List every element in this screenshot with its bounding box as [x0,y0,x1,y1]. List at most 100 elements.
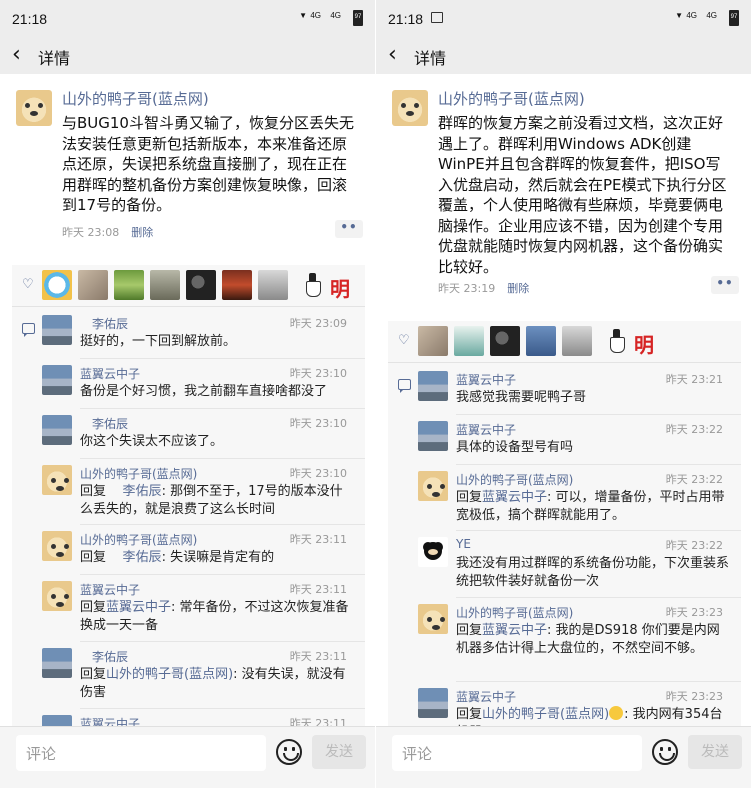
liker-avatar[interactable] [258,270,288,300]
reply-target[interactable]: 蓝翼云中子 [106,600,171,615]
delete-link[interactable]: 删除 [131,226,153,239]
like-heart-icon: ♡ [398,333,410,348]
liker-avatar[interactable] [418,326,448,356]
liker-avatar[interactable] [114,270,144,300]
status-bar: 21:18 ▼ 4G 4G 97 [0,0,375,36]
reply-target[interactable]: 蓝翼云中子 [482,490,547,505]
commenter-avatar[interactable] [42,365,72,395]
commenter-name[interactable]: 李佑辰 [92,315,128,332]
comment-item[interactable]: 蓝翼云中子 昨天 23:11 [12,715,365,726]
commenter-name[interactable]: 蓝翼云中子 [456,421,516,438]
comment-item[interactable]: 李佑辰 昨天 23:11 回复山外的鸭子哥(蓝点网): 没有失误，就没有伤害 [12,648,365,714]
reply-body: : 失误嘛是肯定有的 [161,550,275,565]
reply-target[interactable]: 山外的鸭子哥(蓝点网) [106,667,233,682]
comment-time: 昨天 23:10 [289,417,347,430]
commenter-avatar[interactable] [42,465,72,495]
liker-avatar[interactable] [562,326,592,356]
comment-divider [80,641,365,642]
comment-time: 昨天 23:11 [289,583,347,596]
liker-avatar[interactable] [78,270,108,300]
liker-avatar[interactable] [490,326,520,356]
commenter-avatar[interactable] [418,421,448,451]
commenter-name[interactable]: 山外的鸭子哥(蓝点网) [456,471,573,488]
battery-level: 97 [730,14,738,20]
back-arrow-icon[interactable]: ‹ [388,42,397,67]
reply-target[interactable]: 蓝翼云中子 [482,623,547,638]
comment-input[interactable]: 评论 [16,735,266,771]
author-avatar[interactable] [16,90,52,126]
comment-item[interactable]: 山外的鸭子哥(蓝点网) 昨天 23:22 回复蓝翼云中子: 可以，增量备份，平时… [388,471,741,537]
commenter-avatar[interactable] [42,648,72,678]
commenter-name[interactable]: 蓝翼云中子 [80,715,140,726]
commenter-name[interactable]: 蓝翼云中子 [456,371,516,388]
commenter-avatar[interactable] [418,537,448,567]
author-name[interactable]: 山外的鸭子哥(蓝点网) [438,88,585,109]
delete-link[interactable]: 删除 [507,282,529,295]
comment-item[interactable]: 山外的鸭子哥(蓝点网) 昨天 23:23 回复蓝翼云中子: 我的是DS918 你… [388,604,741,688]
comment-text: 备份是个好习惯，我之前翻车直接啥都没了 [80,384,328,399]
commenter-avatar[interactable] [42,415,72,445]
status-time: 21:18 [12,11,48,27]
reply-prefix: 回复 [80,667,107,682]
author-avatar[interactable] [392,90,428,126]
liker-avatar[interactable] [186,270,216,300]
liker-avatar-ming[interactable]: 明 [330,273,350,302]
comment-time: 昨天 23:09 [289,317,347,330]
post-time: 昨天 23:19 [438,282,496,295]
comment-item[interactable]: 蓝翼云中子 昨天 23:23 回复山外的鸭子哥(蓝点网): 我内网有354台机器 [388,688,741,726]
emoji-icon[interactable] [276,739,302,765]
moment-post: 山外的鸭子哥(蓝点网) 与BUG10斗智斗勇又输了，恢复分区丢失无法安装任意更新… [0,74,375,726]
commenter-avatar[interactable] [418,604,448,634]
commenter-avatar[interactable] [42,531,72,561]
commenter-avatar[interactable] [42,715,72,726]
bottle-avatar-icon[interactable] [306,273,321,297]
commenter-name[interactable]: 山外的鸭子哥(蓝点网) [456,604,573,621]
comment-time: 昨天 23:10 [289,367,347,380]
signal-label-1: 4G [686,11,697,20]
commenter-name[interactable]: 蓝翼云中子 [456,688,516,705]
commenter-name[interactable]: 蓝翼云中子 [80,365,140,382]
signal-label-2: 4G [330,11,341,20]
author-name[interactable]: 山外的鸭子哥(蓝点网) [62,88,209,109]
reply-prefix: 回复 [80,550,107,565]
send-button[interactable]: 发送 [312,735,366,769]
reply-target[interactable]: 李佑辰 [123,484,162,499]
commenter-name[interactable]: YE [456,537,471,551]
bottle-avatar-icon[interactable] [610,329,625,353]
more-options-button[interactable]: •• [335,220,363,238]
liker-avatar[interactable] [526,326,556,356]
comment-item[interactable]: 蓝翼云中子 昨天 23:11 回复蓝翼云中子: 常年备份，不过这次恢复准备换成一… [12,581,365,647]
commenter-name[interactable]: 山外的鸭子哥(蓝点网) [80,465,197,482]
back-arrow-icon[interactable]: ‹ [12,42,21,67]
liker-avatar[interactable] [454,326,484,356]
wifi-icon: ▼ [299,11,307,20]
commenter-name[interactable]: 蓝翼云中子 [80,581,140,598]
commenter-avatar[interactable] [42,315,72,345]
commenter-avatar[interactable] [42,581,72,611]
reply-target[interactable]: 李佑辰 [123,550,162,565]
comment-item[interactable]: YE 昨天 23:22 我还没有用过群晖的系统备份功能，下次重装系统把软件装好就… [388,537,741,603]
post-meta: 昨天 23:08 删除 [62,224,153,240]
send-button[interactable]: 发送 [688,735,742,769]
more-options-button[interactable]: •• [711,276,739,294]
comment-text: 具体的设备型号有吗 [456,440,574,455]
signal-label-2: 4G [706,11,717,20]
emoji-icon[interactable] [652,739,678,765]
commenter-avatar[interactable] [418,371,448,401]
liker-avatar-ming[interactable]: 明 [634,329,654,358]
reply-target[interactable]: 山外的鸭子哥(蓝点网) [482,707,609,722]
liker-avatar[interactable] [150,270,180,300]
liker-avatar[interactable] [222,270,252,300]
signal-label-1: 4G [310,11,321,20]
commenter-name[interactable]: 李佑辰 [92,648,128,665]
commenter-avatar[interactable] [418,688,448,718]
comment-input[interactable]: 评论 [392,735,642,771]
moment-post: 山外的鸭子哥(蓝点网) 群晖的恢复方案之前没看过文档，这次正好遇上了。群晖利用W… [376,74,751,726]
liker-avatar[interactable] [42,270,72,300]
moment-detail: 山外的鸭子哥(蓝点网) 群晖的恢复方案之前没看过文档，这次正好遇上了。群晖利用W… [376,74,751,726]
commenter-name[interactable]: 山外的鸭子哥(蓝点网) [80,531,197,548]
post-meta: 昨天 23:19 删除 [438,280,529,296]
commenter-avatar[interactable] [418,471,448,501]
commenter-name[interactable]: 李佑辰 [92,415,128,432]
comment-item[interactable]: 山外的鸭子哥(蓝点网) 昨天 23:10 回复 李佑辰: 那倒不至于，17号的版… [12,465,365,531]
